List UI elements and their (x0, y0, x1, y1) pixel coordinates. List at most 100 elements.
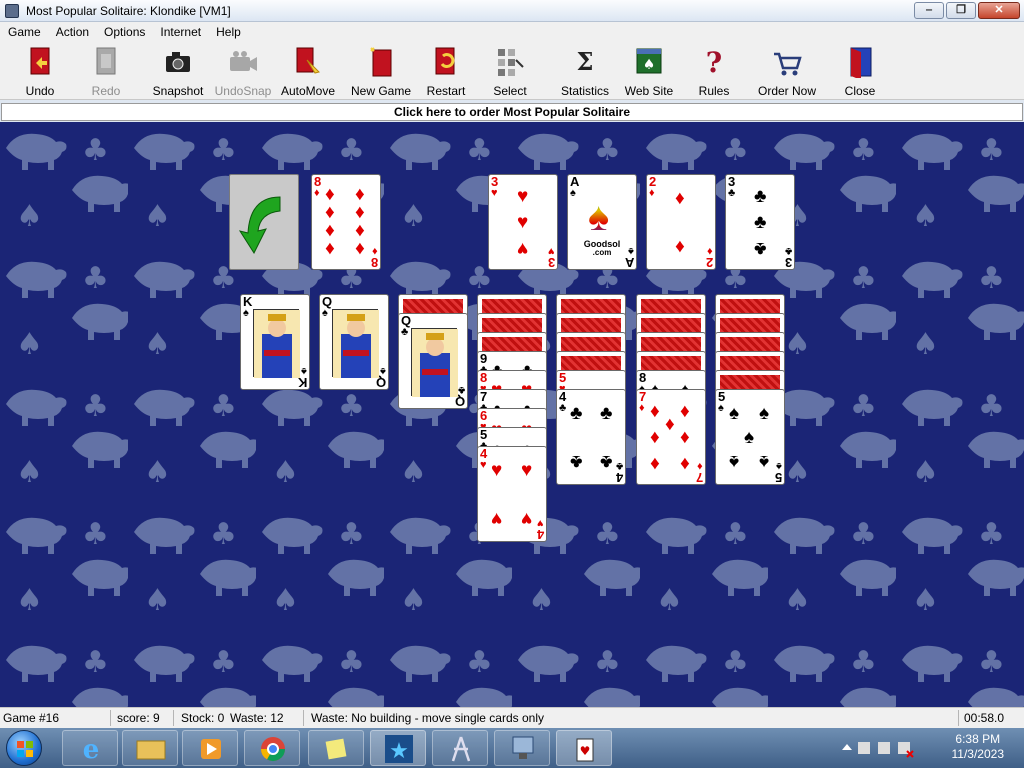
menu-game[interactable]: Game (0, 22, 48, 42)
suit-pip-icon: ♦ (665, 414, 675, 435)
card-suit-icon: ♣ (401, 326, 409, 338)
svg-text:Σ: Σ (577, 47, 594, 76)
goodsol-logo-text: .com (592, 248, 612, 257)
minimize-button[interactable]: ‒ (914, 2, 944, 19)
status-separator (173, 710, 174, 726)
card-rank: A (624, 255, 634, 270)
card-suit-icon: ♠ (776, 460, 782, 472)
statistics-button[interactable]: Σ Statistics (560, 46, 610, 98)
taskbar-sticky-notes[interactable] (308, 730, 364, 766)
taskbar-chrome[interactable] (244, 730, 300, 766)
tableau-card[interactable]: Q ♣ Q ♣ (398, 313, 468, 409)
svg-text:★: ★ (389, 739, 409, 764)
redo-button[interactable]: Redo (84, 46, 128, 98)
tableau-card[interactable]: K ♠ K ♠ (240, 294, 310, 390)
suit-pip-icon: ♦ (675, 188, 685, 209)
card-suit-icon: ♣ (728, 187, 736, 199)
maximize-button[interactable]: ❐ (946, 2, 976, 19)
restart-button[interactable]: Restart (424, 46, 468, 98)
menu-options[interactable]: Options (96, 22, 152, 42)
card-rank: 2 (705, 255, 713, 270)
suit-pip-icon: ♠ (759, 451, 770, 472)
recycle-arrow-icon (238, 196, 281, 255)
undo-button[interactable]: Undo (18, 46, 62, 98)
undosnap-button[interactable]: UndoSnap (214, 46, 272, 98)
card-suit-icon: ♠ (243, 307, 249, 319)
foundation-card[interactable]: 2 ♦ 2 ♦ ♦ ♦ (646, 174, 716, 270)
app-icon[interactable] (5, 4, 19, 18)
card-rank: 5 (774, 470, 782, 485)
internet-explorer-icon: e (83, 735, 100, 765)
close-icon: ✕ (994, 4, 1004, 16)
select-button[interactable]: Select (488, 46, 532, 98)
restart-icon (431, 46, 461, 78)
suit-pip-icon: ♣ (600, 403, 613, 424)
taskbar-solitaire[interactable]: ♥ (556, 730, 612, 766)
door-icon (845, 46, 875, 80)
taskbar-internet-explorer[interactable]: e (62, 730, 118, 766)
card-suit-icon: ♠ (570, 187, 576, 199)
card-suit-icon: ♥ (548, 245, 555, 257)
card-suit-icon: ♦ (697, 460, 703, 472)
media-player-icon (201, 739, 221, 759)
status-separator (958, 710, 959, 726)
close-button[interactable]: Close (838, 46, 882, 98)
foundation-card[interactable]: 3 ♥ 3 ♥ ♥ ♥ ♥ (488, 174, 558, 270)
status-game-number: Game #16 (3, 711, 60, 725)
suit-pip-icon: ♥ (517, 186, 529, 207)
folder-icon (136, 740, 166, 760)
suit-pip-icon: ♣ (600, 451, 613, 472)
taskbar-media-player[interactable] (182, 730, 238, 766)
stock-recycle[interactable] (229, 174, 299, 270)
tableau-card[interactable]: 4 ♥ 4 ♥ ♥ ♥ ♥ ♥ (477, 446, 547, 542)
taskbar-star-app[interactable]: ★ (370, 730, 426, 766)
card-rank: 4 (536, 527, 544, 542)
suit-pip-icon: ♦ (650, 453, 660, 474)
taskbar-tool-app[interactable] (432, 730, 488, 766)
waste-card[interactable]: 8 ♦ 8 ♦ ♦ ♦ ♦ ♦ ♦ ♦ ♦ ♦ (311, 174, 381, 270)
action-center-icon (858, 742, 870, 754)
question-icon: ? (699, 46, 729, 79)
game-table[interactable]: ♣ ♠ 8♦8♦♦♦♦♦♦♦♦♦3♥3♥♥♥♥A♠A♠♠Goodsol.com2… (0, 122, 1024, 707)
suit-pip-icon: ♣ (754, 238, 767, 259)
foundation-card[interactable]: 3 ♣ 3 ♣ ♣ ♣ ♣ (725, 174, 795, 270)
taskbar-network-app[interactable] (494, 730, 550, 766)
snapshot-button[interactable]: Snapshot (150, 46, 206, 98)
status-timer: 00:58.0 (964, 711, 1005, 725)
foundation-card[interactable]: A ♠ A ♠ ♠ Goodsol .com (567, 174, 637, 270)
suit-pip-icon: ♥ (521, 460, 533, 481)
card-suit-icon: ♠ (301, 365, 307, 377)
tableau-card[interactable]: 7 ♦ 7 ♦ ♦ ♦ ♦ ♦ ♦ ♦ ♦ (636, 389, 706, 485)
video-camera-icon (228, 46, 258, 78)
web-site-button[interactable]: ♠ Web Site (624, 46, 674, 98)
card-suit-icon: ♦ (372, 245, 378, 257)
menu-help[interactable]: Help (208, 22, 248, 42)
card-suit-icon: ♦ (639, 402, 645, 414)
new-game-button[interactable]: New Game (350, 46, 412, 98)
start-button[interactable] (6, 730, 42, 766)
tableau-card[interactable]: 4 ♣ 4 ♣ ♣ ♣ ♣ ♣ (556, 389, 626, 485)
automove-button[interactable]: AutoMove (278, 46, 338, 98)
suit-pip-icon: ♦ (650, 427, 660, 448)
window-title: Most Popular Solitaire: Klondike [VM1] (26, 4, 231, 18)
menu-internet[interactable]: Internet (152, 22, 208, 42)
restore-icon: ❐ (956, 4, 966, 16)
suit-pip-icon: ♥ (517, 212, 529, 233)
tableau-card[interactable]: 5 ♠ 5 ♠ ♠ ♠ ♠ ♠ ♠ (715, 389, 785, 485)
suit-pip-icon: ♥ (521, 508, 533, 529)
card-suit-icon: ♦ (314, 187, 320, 199)
compass-tool-icon (451, 736, 471, 762)
rules-button[interactable]: ? Rules (692, 46, 736, 98)
card-suit-icon: ♣ (784, 245, 792, 257)
order-now-button[interactable]: Order Now (756, 46, 818, 98)
close-window-button[interactable]: ✕ (978, 2, 1020, 19)
suit-pip-icon: ♣ (570, 451, 583, 472)
order-banner[interactable]: Click here to order Most Popular Solitai… (1, 103, 1023, 121)
tableau-card[interactable]: Q ♠ Q ♠ (319, 294, 389, 390)
card-suit-icon: ♥ (537, 517, 544, 529)
taskbar-windows-explorer[interactable] (122, 730, 178, 766)
face-card-art (253, 309, 300, 378)
clock[interactable]: 6:38 PM 11/3/2023 (952, 732, 1005, 762)
menu-action[interactable]: Action (48, 22, 96, 42)
cart-icon (772, 46, 802, 78)
